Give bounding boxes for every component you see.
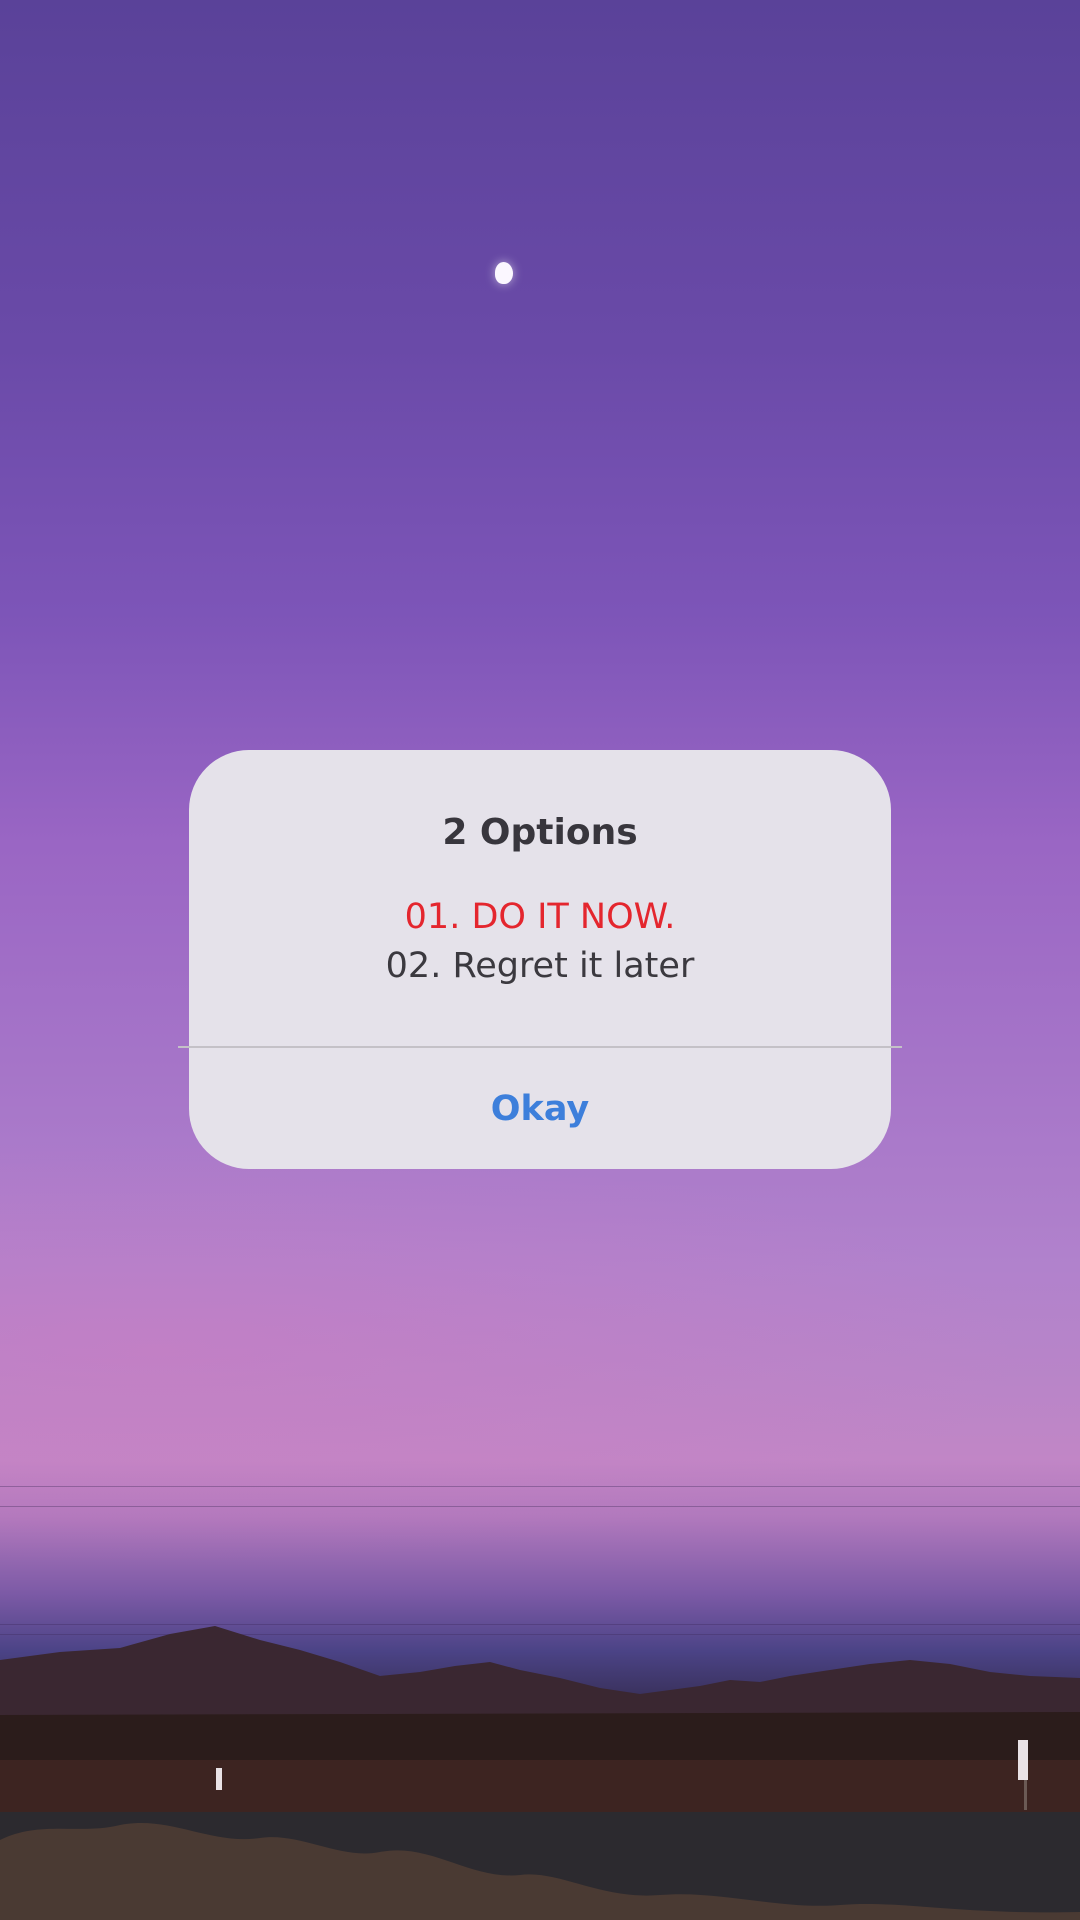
option-regret-it-later: 02. Regret it later xyxy=(385,946,695,986)
brush-band xyxy=(0,1760,1080,1812)
road-marker xyxy=(1018,1740,1028,1780)
okay-button[interactable]: Okay xyxy=(189,1048,891,1169)
option-do-it-now: 01. DO IT NOW. xyxy=(404,897,676,937)
mountain-range xyxy=(0,1626,1080,1720)
road-marker-post xyxy=(1024,1780,1027,1810)
dialog-title: 2 Options xyxy=(442,812,638,853)
wallpaper-background: 2 Options 01. DO IT NOW. 02. Regret it l… xyxy=(0,0,1080,1920)
road-marker xyxy=(216,1768,222,1790)
